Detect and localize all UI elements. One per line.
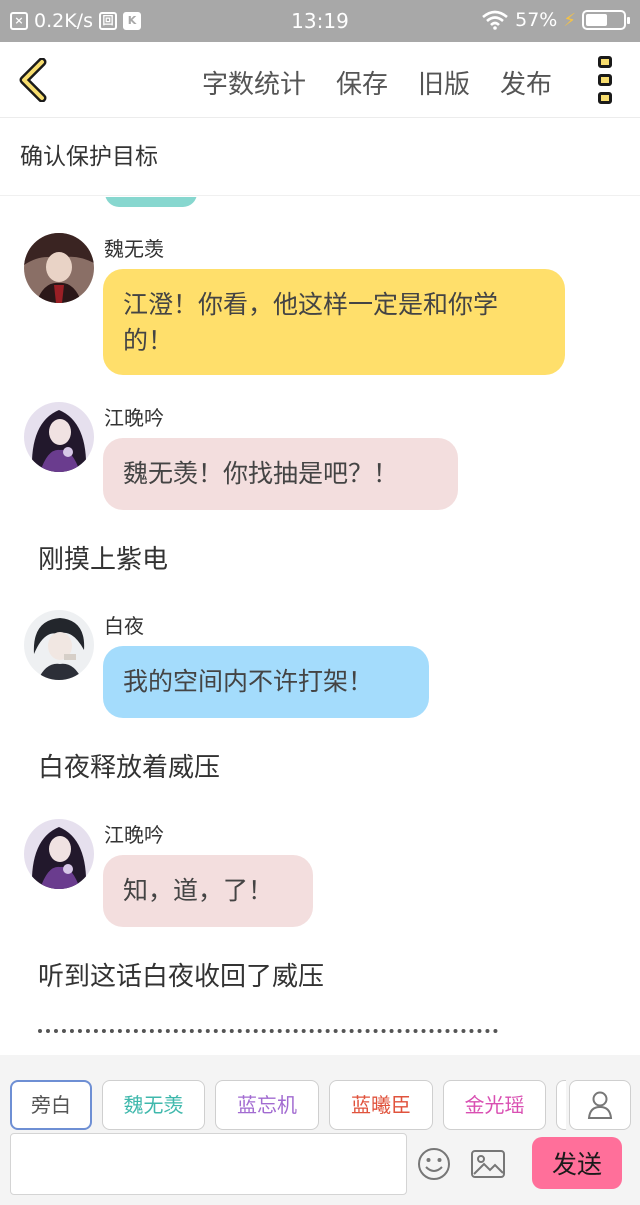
character-chip[interactable]: 金光瑶 bbox=[443, 1080, 546, 1130]
image-icon[interactable] bbox=[470, 1148, 506, 1180]
narration-text[interactable]: 听到这话白夜收回了威压 bbox=[38, 956, 324, 993]
character-chip-partial[interactable] bbox=[556, 1080, 566, 1130]
chat-area[interactable]: 魏无羡 江澄！你看，他这样一定是和你学的！ 江晚吟 魏无羡！你找抽是吧？！ 刚摸… bbox=[0, 197, 640, 1055]
battery-fill bbox=[586, 14, 607, 26]
emoji-icon[interactable] bbox=[416, 1146, 452, 1182]
header-actions: 字数统计 保存 旧版 发布 bbox=[202, 64, 552, 101]
character-chip[interactable]: 蓝忘机 bbox=[215, 1080, 319, 1130]
character-chip[interactable]: 魏无羡 bbox=[102, 1080, 205, 1130]
word-count-button[interactable]: 字数统计 bbox=[202, 64, 306, 101]
character-avatar-icon bbox=[24, 819, 94, 889]
speaker-name: 江晚吟 bbox=[104, 823, 164, 847]
character-avatar-icon bbox=[24, 402, 94, 472]
speaker-name: 江晚吟 bbox=[104, 406, 164, 430]
narration-text[interactable]: 刚摸上紫电 bbox=[38, 539, 168, 576]
character-avatar-icon bbox=[24, 233, 94, 303]
character-chip-narrator[interactable]: 旁白 bbox=[10, 1080, 92, 1130]
avatar-icon[interactable] bbox=[24, 233, 94, 303]
speaker-name: 魏无羡 bbox=[104, 237, 164, 261]
status-bar: × 0.2K/s 回 K 13:19 57% ⚡ bbox=[0, 0, 640, 42]
avatar-icon[interactable] bbox=[24, 402, 94, 472]
battery-icon bbox=[582, 10, 630, 30]
back-chevron-icon[interactable] bbox=[16, 58, 52, 102]
character-bar: 旁白 魏无羡 蓝忘机 蓝曦臣 金光瑶 bbox=[0, 1055, 640, 1131]
status-right: 57% ⚡ bbox=[481, 9, 630, 31]
publish-button[interactable]: 发布 bbox=[500, 64, 552, 101]
message-bubble[interactable]: 我的空间内不许打架！ bbox=[103, 646, 429, 718]
avatar-icon[interactable] bbox=[24, 610, 94, 680]
character-manage-button[interactable] bbox=[569, 1080, 631, 1130]
person-icon bbox=[587, 1091, 613, 1119]
save-button[interactable]: 保存 bbox=[336, 64, 388, 101]
speaker-name: 白夜 bbox=[104, 614, 144, 638]
character-avatar-icon bbox=[24, 610, 94, 680]
more-dot bbox=[598, 92, 612, 104]
more-menu-icon[interactable] bbox=[596, 56, 614, 104]
previous-bubble-fragment bbox=[105, 197, 197, 207]
input-bar: 发送 bbox=[0, 1131, 640, 1205]
wifi-icon bbox=[482, 10, 508, 30]
message-bubble[interactable]: 魏无羡！你找抽是吧？！ bbox=[103, 438, 458, 510]
narration-text[interactable]: 白夜释放着威压 bbox=[38, 747, 220, 784]
chapter-title[interactable]: 确认保护目标 bbox=[0, 118, 640, 196]
more-dot bbox=[598, 56, 612, 68]
charging-icon: ⚡ bbox=[563, 9, 576, 31]
message-input[interactable] bbox=[10, 1133, 407, 1195]
ellipsis-divider bbox=[38, 1029, 498, 1035]
battery-percent: 57% bbox=[515, 9, 558, 31]
character-chip[interactable]: 蓝曦臣 bbox=[329, 1080, 433, 1130]
message-bubble[interactable]: 知，道，了！ bbox=[103, 855, 313, 927]
message-bubble[interactable]: 江澄！你看，他这样一定是和你学的！ bbox=[103, 269, 565, 375]
app-header: 字数统计 保存 旧版 发布 bbox=[0, 42, 640, 118]
avatar-icon[interactable] bbox=[24, 819, 94, 889]
send-button[interactable]: 发送 bbox=[532, 1137, 622, 1189]
more-dot bbox=[598, 74, 612, 86]
old-version-button[interactable]: 旧版 bbox=[418, 64, 470, 101]
